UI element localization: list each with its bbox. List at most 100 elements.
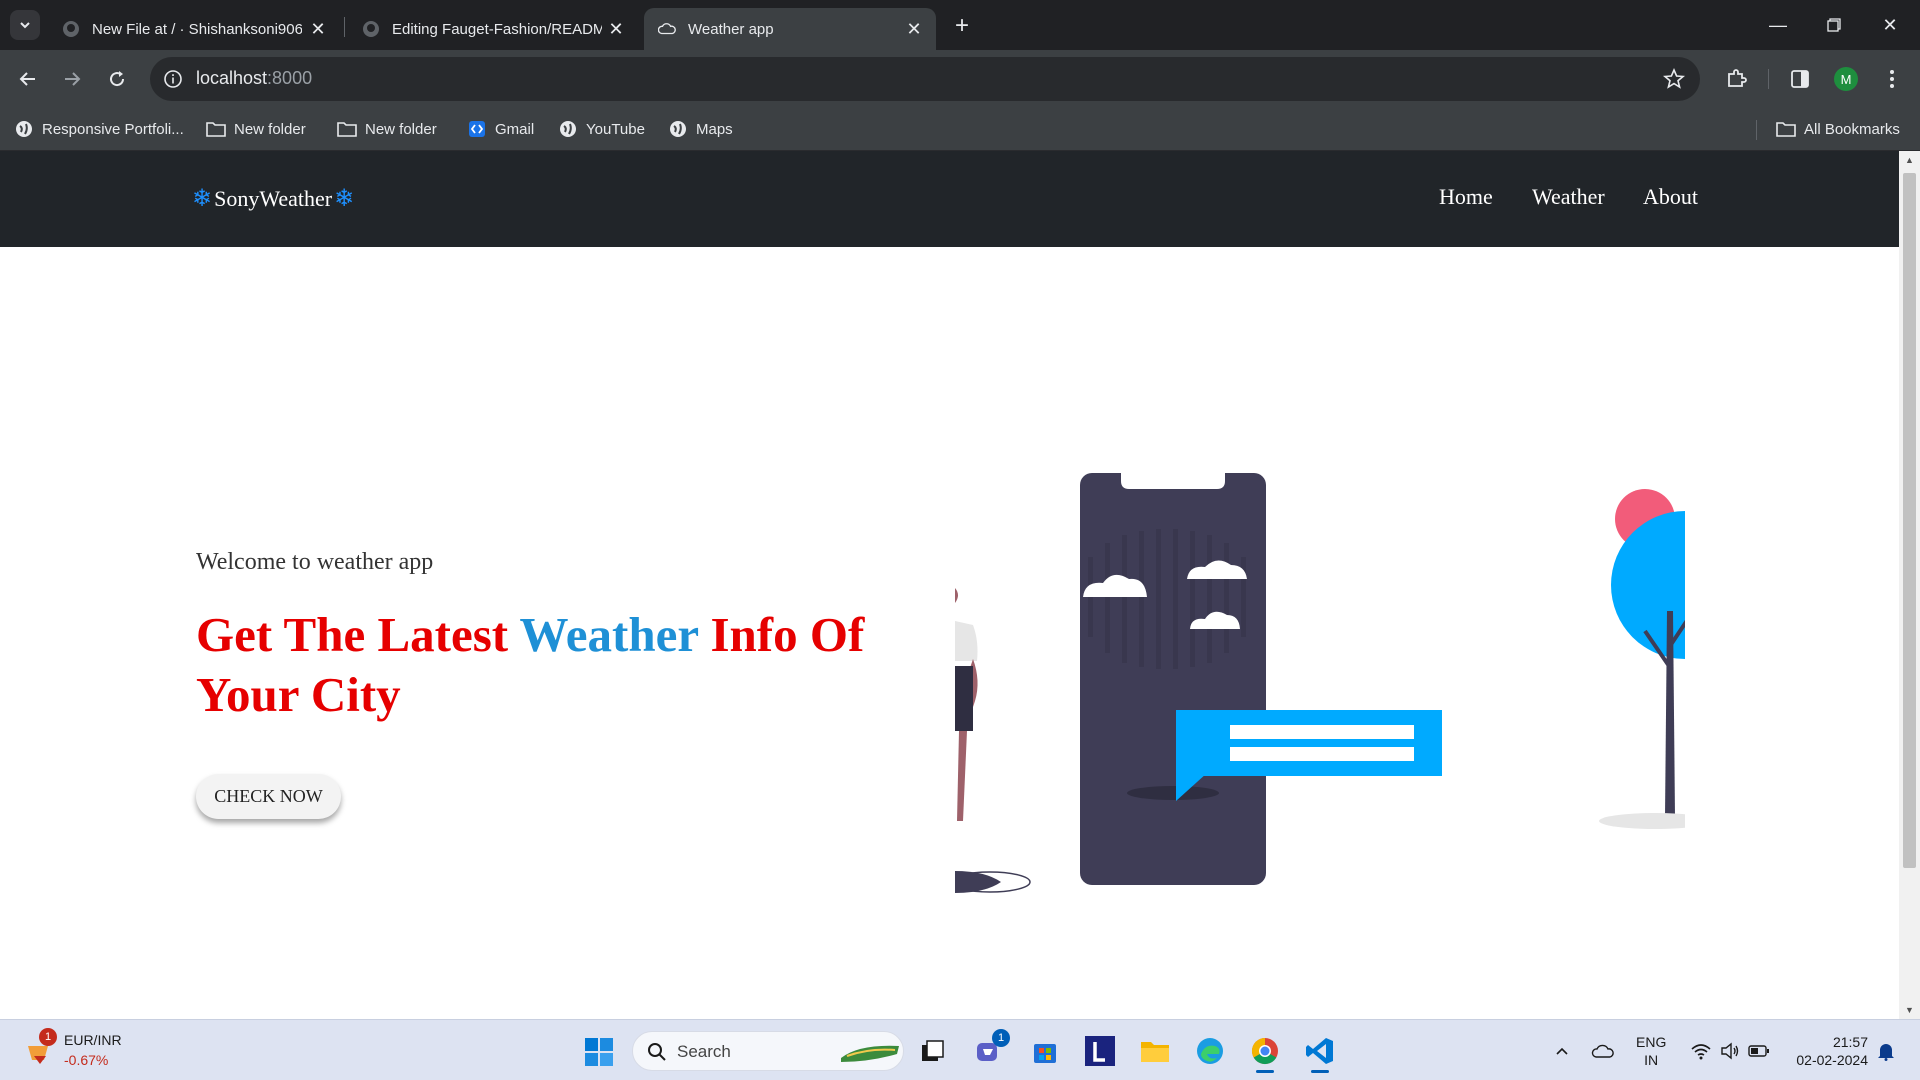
tab-github-new-file[interactable]: New File at / · Shishanksoni906/ ✕	[48, 8, 340, 50]
all-bookmarks-button[interactable]: All Bookmarks	[1776, 118, 1900, 140]
show-hidden-icons-button[interactable]	[1552, 1034, 1572, 1068]
nav-link-home[interactable]: Home	[1439, 184, 1493, 210]
puzzle-icon	[1728, 69, 1747, 87]
headline-part-1: Get The Latest	[196, 607, 520, 662]
bookmark-folder-1[interactable]: New folder	[206, 118, 306, 140]
bookmark-maps[interactable]: Maps	[668, 118, 733, 140]
browser-toolbar: localhost:8000 M	[0, 50, 1920, 108]
lang-bottom: IN	[1644, 1052, 1659, 1068]
bookmark-divider	[1756, 120, 1757, 140]
profile-avatar[interactable]: M	[1834, 67, 1858, 91]
person-figure	[955, 588, 1031, 893]
teams-badge: 1	[992, 1029, 1010, 1047]
scroll-thumb[interactable]	[1903, 173, 1916, 868]
site-brand[interactable]: ❄ SonyWeather ❄	[190, 184, 356, 213]
phone-graphic	[1080, 473, 1266, 885]
tab-bar: New File at / · Shishanksoni906/ ✕ Editi…	[0, 0, 1920, 50]
browser-menu-button[interactable]	[1878, 65, 1906, 93]
wifi-icon	[1691, 1044, 1711, 1060]
close-icon[interactable]: ✕	[904, 19, 924, 39]
vscode-icon	[1306, 1038, 1333, 1064]
tab-search-button[interactable]	[10, 10, 40, 40]
bookmark-folder-2[interactable]: New folder	[337, 118, 437, 140]
edge-icon	[1197, 1038, 1223, 1064]
quick-settings-button[interactable]	[1684, 1034, 1776, 1068]
chevron-up-icon	[1556, 1047, 1568, 1055]
globe-icon	[14, 119, 34, 139]
bookmark-youtube[interactable]: YouTube	[558, 118, 645, 140]
ms-store-app[interactable]	[1027, 1033, 1063, 1069]
globe-icon	[668, 119, 688, 139]
search-highlight-icon	[841, 1045, 899, 1062]
close-icon[interactable]: ✕	[308, 19, 328, 39]
info-icon[interactable]	[162, 68, 184, 90]
address-bar[interactable]: localhost:8000	[150, 57, 1700, 101]
reload-button[interactable]	[101, 63, 133, 95]
nav-link-about[interactable]: About	[1643, 184, 1698, 210]
file-explorer-app[interactable]	[1137, 1033, 1173, 1069]
clock-time: 21:57	[1832, 1034, 1868, 1050]
tree-graphic	[1599, 489, 1685, 829]
minimize-button[interactable]: —	[1750, 0, 1806, 50]
weather-cloud-icon	[658, 20, 676, 38]
clock-date: 02-02-2024	[1796, 1052, 1868, 1068]
url-text[interactable]: localhost:8000	[196, 68, 312, 89]
task-view-icon	[922, 1040, 944, 1061]
tab-github-editing[interactable]: Editing Fauget-Fashion/READM ✕	[348, 8, 638, 50]
bookmark-label: New folder	[365, 120, 437, 138]
star-icon[interactable]	[1662, 67, 1686, 91]
bookmark-label: New folder	[234, 120, 306, 138]
teams-app[interactable]: 1	[972, 1029, 1010, 1069]
taskbar-search[interactable]: Search	[632, 1031, 904, 1071]
bookmark-gmail[interactable]: Gmail	[467, 118, 534, 140]
snowflake-icon: ❄	[334, 186, 355, 212]
weather-illustration	[955, 473, 1685, 893]
forward-button[interactable]	[56, 63, 88, 95]
windows-start-icon[interactable]	[584, 1037, 614, 1067]
bookmarks-bar: Responsive Portfoli... New folder New fo…	[0, 108, 1920, 151]
task-view-button[interactable]	[915, 1033, 951, 1069]
scroll-up-icon[interactable]: ▲	[1905, 155, 1914, 165]
tab-weather-app[interactable]: Weather app ✕	[644, 8, 936, 50]
check-now-button[interactable]: CHECK NOW	[196, 774, 341, 819]
l-app-icon	[1085, 1036, 1115, 1066]
onedrive-button[interactable]	[1590, 1034, 1616, 1068]
close-window-button[interactable]: ✕	[1862, 0, 1918, 50]
new-tab-button[interactable]: +	[948, 12, 976, 40]
widget-change-label: -0.67%	[64, 1052, 109, 1068]
widgets-button[interactable]: 1 EUR/INR -0.67%	[20, 1028, 150, 1074]
code-icon	[467, 119, 487, 139]
extensions-button[interactable]	[1722, 65, 1750, 93]
bookmark-responsive-portfolio[interactable]: Responsive Portfoli...	[14, 118, 184, 140]
search-label: Search	[677, 1042, 731, 1061]
restore-icon	[1827, 18, 1841, 32]
chrome-app[interactable]	[1247, 1033, 1283, 1073]
vscode-app[interactable]	[1302, 1033, 1338, 1073]
edge-app[interactable]	[1192, 1033, 1228, 1069]
cloud-icon	[1591, 1044, 1614, 1058]
side-panel-button[interactable]	[1786, 65, 1814, 93]
folder-icon	[1141, 1042, 1169, 1062]
side-panel-icon	[1791, 70, 1809, 88]
nav-link-weather[interactable]: Weather	[1532, 184, 1605, 210]
page-scrollbar[interactable]: ▲ ▼	[1899, 151, 1920, 1019]
folder-icon	[1776, 119, 1796, 139]
widget-pair-label: EUR/INR	[64, 1032, 122, 1048]
headline-accent: Weather	[519, 607, 699, 662]
restore-button[interactable]	[1806, 0, 1862, 50]
github-icon	[362, 20, 380, 38]
notifications-button[interactable]	[1874, 1034, 1898, 1068]
language-indicator[interactable]: ENG IN	[1636, 1033, 1666, 1069]
system-clock[interactable]: 21:57 02-02-2024	[1782, 1033, 1868, 1069]
l-app[interactable]	[1082, 1033, 1118, 1069]
battery-icon	[1748, 1045, 1769, 1057]
github-icon	[62, 20, 80, 38]
close-icon[interactable]: ✕	[606, 19, 626, 39]
url-port: :8000	[267, 68, 313, 88]
back-button[interactable]	[12, 63, 44, 95]
toolbar-divider	[1768, 69, 1769, 89]
tab-title: Weather app	[688, 20, 774, 38]
scroll-down-icon[interactable]: ▼	[1905, 1005, 1914, 1015]
page-viewport: ❄ SonyWeather ❄ Home Weather About Welco…	[0, 151, 1899, 1019]
arrow-right-icon	[65, 72, 81, 86]
